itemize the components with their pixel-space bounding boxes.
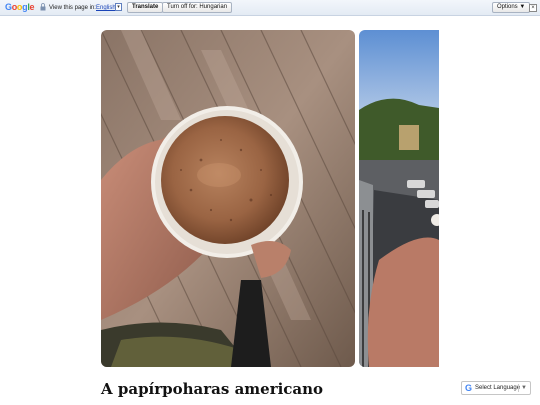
divider <box>518 384 519 392</box>
close-icon[interactable]: × <box>529 4 537 12</box>
lock-icon <box>40 3 46 11</box>
chevron-down-icon: ▼ <box>521 385 527 391</box>
language-selector-label: Select Language <box>475 385 521 391</box>
google-translate-bar: Google View this page in: English ▾ Tran… <box>0 0 540 16</box>
options-button[interactable]: Options ▼ <box>492 2 531 13</box>
balcony-street-photo[interactable] <box>359 30 439 367</box>
translate-prompt: View this page in: <box>49 5 96 11</box>
post-title[interactable]: A papírpoharas americano <box>101 380 323 398</box>
turn-off-button[interactable]: Turn off for: Hungarian <box>162 2 233 13</box>
language-selector[interactable]: G Select Language ▼ <box>461 381 531 395</box>
coffee-cup-photo[interactable] <box>101 30 355 367</box>
language-link[interactable]: English <box>96 4 116 12</box>
translate-button[interactable]: Translate <box>127 2 164 13</box>
google-logo: Google <box>5 2 35 12</box>
chevron-down-icon[interactable]: ▾ <box>115 3 122 11</box>
google-g-icon: G <box>465 383 473 393</box>
